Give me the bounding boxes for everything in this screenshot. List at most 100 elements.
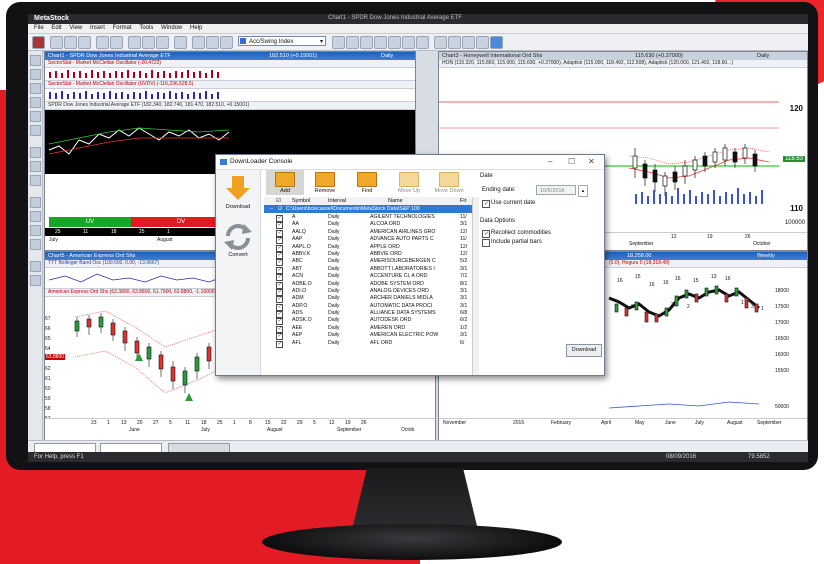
list-item[interactable]: ✓ AEE Daily AMEREN ORD 1/2	[264, 324, 472, 333]
fibonacci-icon[interactable]	[30, 125, 41, 136]
minimize-icon[interactable]: –	[548, 155, 552, 169]
move-down-button[interactable]: Move Down	[430, 170, 468, 195]
copy-icon[interactable]	[142, 36, 155, 49]
column-symbol[interactable]: Symbol	[292, 197, 310, 205]
move-up-button[interactable]: Move Up	[390, 170, 428, 195]
download-button[interactable]: Download	[566, 344, 602, 357]
grid-icon[interactable]	[448, 36, 461, 49]
menu-window[interactable]: Window	[161, 24, 182, 33]
sell-arrow-icon[interactable]	[30, 211, 41, 222]
menu-help[interactable]: Help	[190, 24, 202, 33]
menu-insert[interactable]: Insert	[90, 24, 105, 33]
count-label: 15	[693, 278, 699, 284]
collapse-icon[interactable]: −	[270, 205, 273, 213]
recollect-checkbox[interactable]: ✓	[482, 230, 490, 238]
folder-path-row[interactable]: − ☑ C:\Users\bclecassel\Documents\MetaSt…	[264, 205, 472, 213]
add-button[interactable]: Add	[266, 170, 304, 195]
list-item[interactable]: ✓ AAP Daily ADVANCE AUTO PARTS C 11/	[264, 236, 472, 245]
open-icon[interactable]	[64, 36, 77, 49]
list-item[interactable]: ✓ A Daily AGILENT TECHNOLOGIES 11/	[264, 214, 472, 222]
tile-icon[interactable]	[462, 36, 475, 49]
undo-icon[interactable]	[174, 36, 187, 49]
menu-view[interactable]: View	[69, 24, 82, 33]
paste-icon[interactable]	[156, 36, 169, 49]
folder-checkbox[interactable]: ☑	[278, 205, 283, 213]
list-item[interactable]: ✓ ADBE.O Daily ADOBE SYSTEM ORD 8/1	[264, 281, 472, 289]
close-icon[interactable]: ✕	[588, 155, 595, 169]
horizontal-line-icon[interactable]	[30, 97, 41, 108]
list-item[interactable]: ✓ AEP Daily AMERICAN ELECTRIC POW 3/1	[264, 332, 472, 341]
new-chart-icon[interactable]	[50, 36, 63, 49]
lab-icon[interactable]	[402, 36, 415, 49]
list-item[interactable]: ✓ ABBV.K Daily ABBVIE ORD 12/	[264, 251, 472, 259]
folder-down-icon	[439, 172, 459, 187]
list-item[interactable]: ✓ ADM Daily ARCHER DANIELS MIDLA 3/1	[264, 295, 472, 304]
find-icon[interactable]	[110, 36, 123, 49]
status-date: 08/09/2016	[666, 454, 697, 460]
list-item[interactable]: ✓ AAPL.O Daily APPLE ORD 12/	[264, 244, 472, 252]
list-item[interactable]: ✓ ABC Daily AMERISOURCEBERGEN C 5/2	[264, 258, 472, 267]
chart-type-icon[interactable]	[30, 239, 41, 250]
window-icon[interactable]	[476, 36, 489, 49]
list-item[interactable]: ✓ ADS Daily ALLIANCE DATA SYSTEMS 6/8	[264, 310, 472, 319]
use-current-date-checkbox[interactable]: ✓	[482, 200, 490, 208]
dollar-icon[interactable]	[360, 36, 373, 49]
indicator-dropdown[interactable]: Acc/Swing Index ▾	[238, 36, 326, 46]
expert-icon[interactable]	[346, 36, 359, 49]
row-name: AMERICAN ELECTRIC POW	[370, 332, 439, 339]
channel-icon[interactable]	[30, 161, 41, 172]
help-icon[interactable]	[416, 36, 429, 49]
metastock-logo-icon[interactable]	[32, 36, 45, 49]
include-partial-checkbox[interactable]	[482, 239, 490, 247]
remove-button[interactable]: Remove	[306, 170, 344, 195]
list-item[interactable]: ✓ ADP.O Daily AUTOMATIC DATA PROCI 3/1	[264, 303, 472, 311]
arc-icon[interactable]	[30, 175, 41, 186]
text-tool-icon[interactable]	[30, 147, 41, 158]
column-first[interactable]: Fir	[460, 197, 466, 205]
trendline-icon[interactable]	[30, 83, 41, 94]
dialog-titlebar[interactable]: DownLoader Console – ☐ ✕	[216, 155, 604, 170]
menu-format[interactable]: Format	[113, 24, 132, 33]
vertical-line-icon[interactable]	[30, 111, 41, 122]
download-side-label: Download	[225, 204, 251, 210]
menu-file[interactable]: File	[34, 24, 44, 33]
row-first: 1/2	[460, 324, 468, 331]
list-item[interactable]: ✓ ADSK.O Daily AUTODESK ORD 6/2	[264, 317, 472, 326]
binoculars-icon[interactable]	[374, 36, 387, 49]
save-icon[interactable]	[78, 36, 91, 49]
pointer-icon[interactable]	[30, 55, 41, 66]
print-icon[interactable]	[96, 36, 109, 49]
ending-date-input[interactable]: 10/6/2016	[536, 185, 576, 195]
row-checkbox[interactable]: ✓	[276, 340, 283, 348]
chart1-indicator1-label: SectorStat - Market McClellan Oscillator…	[45, 60, 415, 68]
find-button[interactable]: Find	[348, 170, 386, 195]
list-item[interactable]: ✓ AA Daily ALCOA ORD 3/1	[264, 221, 472, 230]
chart1-titlebar[interactable]: Chart1 - SPDR Dow Jones Industrial Avera…	[45, 52, 415, 60]
maximize-icon[interactable]: ☐	[568, 155, 575, 169]
list-item[interactable]: ✓ AALQ Daily AMERICAN AIRLINES GRO 12/	[264, 229, 472, 237]
crosshair-tool-icon[interactable]	[30, 69, 41, 80]
buy-arrow-icon[interactable]	[30, 197, 41, 208]
column-interval[interactable]: Interval	[328, 197, 346, 205]
list-item[interactable]: ✓ ACN Daily ACCENTURE CL A ORD 7/1	[264, 273, 472, 282]
zoom-out-icon[interactable]	[220, 36, 233, 49]
menu-tools[interactable]: Tools	[139, 24, 153, 33]
column-name[interactable]: Name	[388, 197, 403, 205]
ruler-icon[interactable]	[30, 275, 41, 286]
symbol-icon[interactable]	[30, 225, 41, 236]
explorer-icon[interactable]	[332, 36, 345, 49]
indicator-tool-icon[interactable]	[30, 261, 41, 272]
crosshair-icon[interactable]	[192, 36, 205, 49]
layout-icon[interactable]	[434, 36, 447, 49]
list-item[interactable]: ✓ ADI.O Daily ANALOG DEVICES ORD 3/1	[264, 288, 472, 296]
menu-edit[interactable]: Edit	[51, 24, 61, 33]
zoom-icon[interactable]	[206, 36, 219, 49]
arrow-icon[interactable]	[388, 36, 401, 49]
date-spinner-icon[interactable]: ▴	[578, 185, 588, 197]
list-item[interactable]: ✓ AFL Daily AFL ORD 6/	[264, 340, 472, 348]
select-all-checkbox[interactable]: ☑	[276, 197, 281, 205]
active-window-icon[interactable]	[490, 36, 503, 49]
cut-icon[interactable]	[128, 36, 141, 49]
list-item[interactable]: ✓ ABT Daily ABBOTT LABORATORIES I 3/1	[264, 266, 472, 274]
chart3-titlebar[interactable]: Chart3 - Honeywell International Ord Shs…	[439, 52, 807, 60]
